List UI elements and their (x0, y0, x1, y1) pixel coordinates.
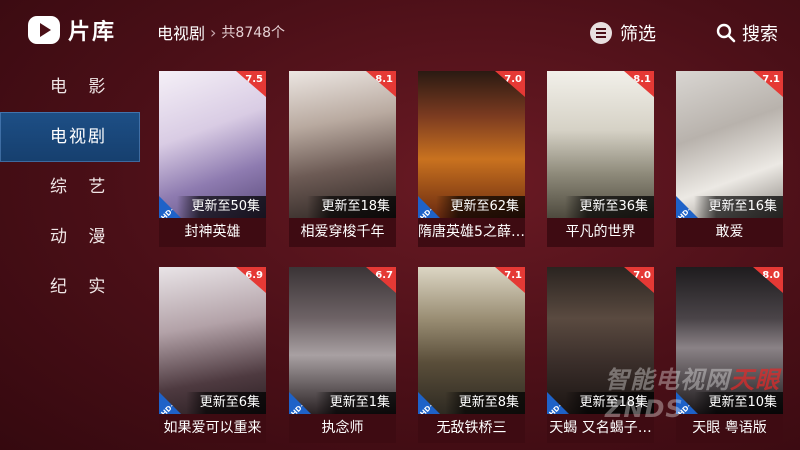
app-title: 片库 (68, 20, 117, 45)
series-title: 如果爱可以重来 (159, 414, 266, 443)
search-icon (716, 23, 736, 43)
series-title: 隋唐英雄5之薛… (418, 218, 525, 247)
update-status: 更新至16集 (694, 196, 783, 218)
poster-image: 7.5 HD+ 更新至50集 (159, 71, 266, 218)
series-title: 执念师 (289, 414, 396, 443)
search-label: 搜索 (742, 24, 778, 45)
sidebar-item-tv-series[interactable]: 电视剧 (0, 112, 140, 162)
poster-image: 7.0 HD+ 更新至62集 (418, 71, 525, 218)
series-card[interactable]: 7.1 HD+ 更新至16集 敢爱 (676, 71, 783, 247)
series-card[interactable]: 7.5 HD+ 更新至50集 封神英雄 (159, 71, 266, 247)
sidebar-nav: 电 影 电视剧 综 艺 动 漫 纪 实 (0, 62, 140, 312)
series-card[interactable]: 6.9 HD+ 更新至6集 如果爱可以重来 (159, 267, 266, 443)
sidebar-item-documentary[interactable]: 纪 实 (0, 262, 140, 312)
poster-image: 7.1 HD+ 更新至16集 (676, 71, 783, 218)
series-card[interactable]: 6.7 HD+ 更新至1集 执念师 (289, 267, 396, 443)
site-watermark: 智能电视网天眼 ZNDS (605, 366, 780, 423)
play-logo-icon (28, 16, 60, 44)
sidebar: 片库 电 影 电视剧 综 艺 动 漫 纪 实 (0, 0, 140, 450)
update-status: 更新至36集 (565, 196, 654, 218)
menu-icon (590, 22, 612, 44)
series-title: 敢爱 (676, 218, 783, 247)
update-status: 更新至8集 (444, 392, 525, 414)
app-logo: 片库 (26, 12, 116, 48)
result-count: 共8748个 (221, 25, 286, 41)
series-card[interactable]: 8.1 更新至18集 相爱穿梭千年 (289, 71, 396, 247)
series-title: 无敌铁桥三 (418, 414, 525, 443)
update-status: 更新至50集 (177, 196, 266, 218)
poster-image: 6.9 HD+ 更新至6集 (159, 267, 266, 414)
chevron-right-icon: › (210, 22, 217, 42)
poster-image: 6.7 HD+ 更新至1集 (289, 267, 396, 414)
breadcrumb: 电视剧 › 共8748个 (157, 20, 285, 44)
sidebar-item-variety[interactable]: 综 艺 (0, 162, 140, 212)
series-card[interactable]: 7.1 HD+ 更新至8集 无敌铁桥三 (418, 267, 525, 443)
series-title: 封神英雄 (159, 218, 266, 247)
page-title: 电视剧 (157, 24, 206, 43)
filter-button[interactable]: 筛选 (590, 20, 656, 46)
update-status: 更新至18集 (307, 196, 396, 218)
poster-image: 8.1 更新至18集 (289, 71, 396, 218)
series-title: 平凡的世界 (547, 218, 654, 247)
poster-image: 8.1 更新至36集 (547, 71, 654, 218)
series-title: 相爱穿梭千年 (289, 218, 396, 247)
series-card[interactable]: 8.1 更新至36集 平凡的世界 (547, 71, 654, 247)
series-card[interactable]: 7.0 HD+ 更新至62集 隋唐英雄5之薛… (418, 71, 525, 247)
filter-label: 筛选 (620, 24, 656, 45)
update-status: 更新至1集 (315, 392, 396, 414)
poster-image: 7.1 HD+ 更新至8集 (418, 267, 525, 414)
sidebar-item-animation[interactable]: 动 漫 (0, 212, 140, 262)
update-status: 更新至6集 (185, 392, 266, 414)
search-button[interactable]: 搜索 (716, 20, 778, 46)
sidebar-item-movies[interactable]: 电 影 (0, 62, 140, 112)
update-status: 更新至62集 (436, 196, 525, 218)
